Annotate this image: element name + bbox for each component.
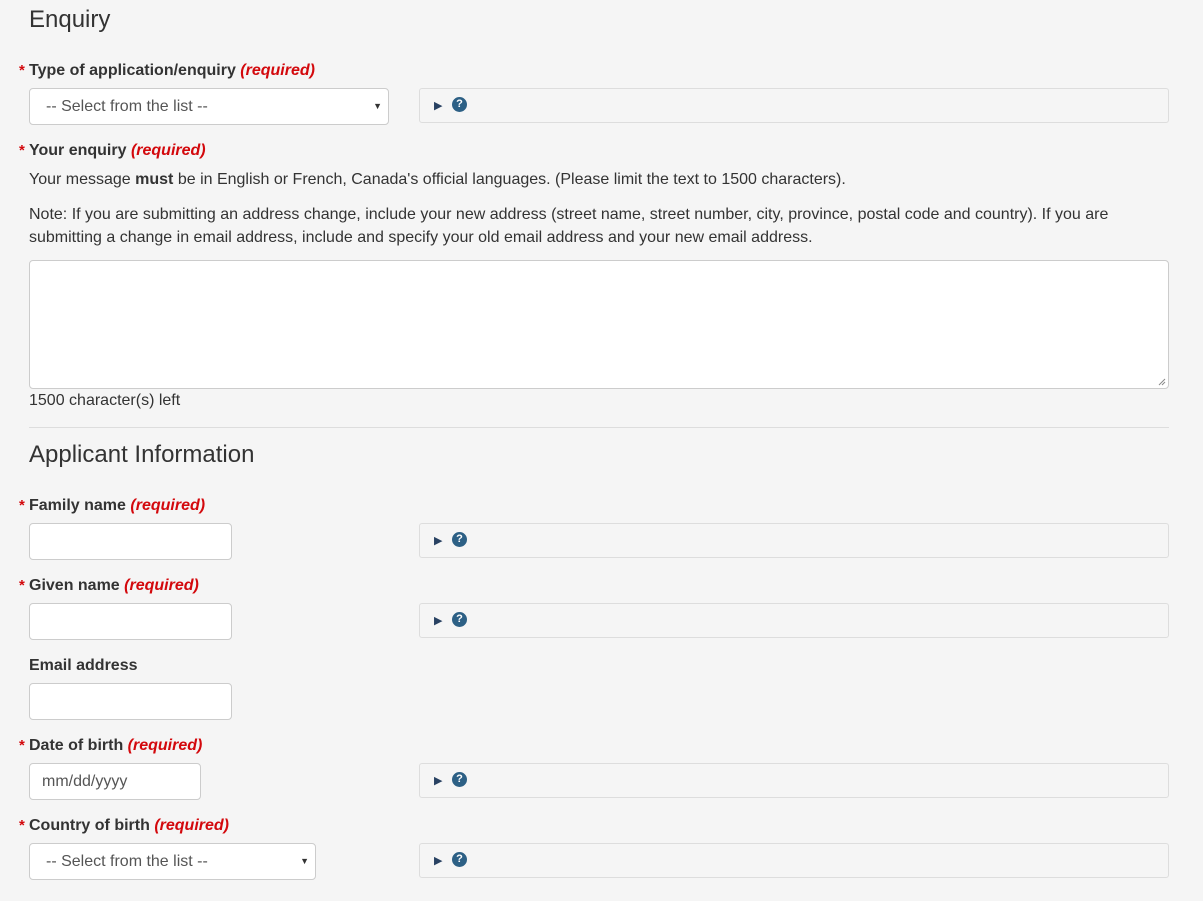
section-title-applicant: Applicant Information bbox=[29, 441, 255, 468]
required-text: (required) bbox=[240, 62, 315, 79]
email-label: Email address bbox=[29, 656, 138, 676]
family-name-input[interactable] bbox=[29, 523, 232, 560]
chevron-down-icon: ▼ bbox=[373, 101, 382, 111]
question-icon: ? bbox=[452, 612, 467, 627]
required-text: (required) bbox=[130, 497, 206, 514]
chevron-down-icon: ▼ bbox=[300, 856, 309, 866]
language-note-emphasis: must bbox=[135, 171, 174, 188]
date-of-birth-help[interactable]: ▶ ? bbox=[419, 763, 1169, 798]
enquiry-textarea[interactable] bbox=[29, 260, 1169, 389]
given-name-label: * Given name (required) bbox=[19, 576, 199, 596]
country-of-birth-help[interactable]: ▶ ? bbox=[419, 843, 1169, 878]
date-of-birth-label-text: Date of birth bbox=[29, 737, 124, 754]
your-enquiry-label-text: Your enquiry bbox=[29, 142, 127, 159]
question-icon: ? bbox=[452, 532, 467, 547]
country-of-birth-select[interactable]: -- Select from the list -- ▼ bbox=[29, 843, 316, 880]
country-of-birth-label: * Country of birth (required) bbox=[19, 816, 229, 836]
given-name-input[interactable] bbox=[29, 603, 232, 640]
required-marker: * bbox=[19, 62, 25, 79]
resize-handle-icon[interactable] bbox=[1158, 378, 1166, 386]
language-note: Your message must be in English or Frenc… bbox=[29, 168, 1179, 191]
required-text: (required) bbox=[124, 577, 199, 594]
expand-arrow-icon: ▶ bbox=[434, 100, 443, 112]
question-icon: ? bbox=[452, 97, 467, 112]
language-note-post: be in English or French, Canada's offici… bbox=[173, 171, 846, 188]
expand-arrow-icon: ▶ bbox=[434, 615, 443, 627]
family-name-label: * Family name (required) bbox=[19, 496, 206, 516]
section-divider bbox=[29, 427, 1169, 428]
date-of-birth-input[interactable]: mm/dd/yyyy bbox=[29, 763, 201, 800]
country-of-birth-select-value: -- Select from the list -- bbox=[46, 853, 208, 870]
type-of-application-select-value: -- Select from the list -- bbox=[46, 98, 208, 115]
required-marker: * bbox=[19, 142, 25, 159]
type-of-application-select[interactable]: -- Select from the list -- ▼ bbox=[29, 88, 389, 125]
date-of-birth-label: * Date of birth (required) bbox=[19, 736, 203, 756]
given-name-label-text: Given name bbox=[29, 577, 120, 594]
country-of-birth-label-text: Country of birth bbox=[29, 817, 150, 834]
required-marker: * bbox=[19, 577, 25, 594]
family-name-label-text: Family name bbox=[29, 497, 126, 514]
language-note-pre: Your message bbox=[29, 171, 136, 188]
type-of-application-label: * Type of application/enquiry (required) bbox=[19, 61, 315, 81]
your-enquiry-label: * Your enquiry (required) bbox=[19, 141, 206, 161]
expand-arrow-icon: ▶ bbox=[434, 775, 443, 787]
email-label-text: Email address bbox=[29, 657, 138, 674]
date-of-birth-placeholder: mm/dd/yyyy bbox=[42, 773, 128, 790]
required-marker: * bbox=[19, 497, 25, 514]
required-text: (required) bbox=[127, 737, 203, 754]
address-change-note: Note: If you are submitting an address c… bbox=[29, 206, 1109, 246]
required-marker: * bbox=[19, 817, 25, 834]
email-field[interactable] bbox=[29, 683, 232, 720]
required-text: (required) bbox=[154, 817, 229, 834]
question-icon: ? bbox=[452, 772, 467, 787]
expand-arrow-icon: ▶ bbox=[434, 855, 443, 867]
type-of-application-label-text: Type of application/enquiry bbox=[29, 62, 236, 79]
character-counter: 1500 character(s) left bbox=[29, 392, 181, 409]
type-of-application-help[interactable]: ▶ ? bbox=[419, 88, 1169, 123]
required-marker: * bbox=[19, 737, 25, 754]
section-title-enquiry: Enquiry bbox=[29, 6, 111, 33]
family-name-help[interactable]: ▶ ? bbox=[419, 523, 1169, 558]
required-text: (required) bbox=[130, 142, 206, 159]
given-name-help[interactable]: ▶ ? bbox=[419, 603, 1169, 638]
expand-arrow-icon: ▶ bbox=[434, 535, 443, 547]
question-icon: ? bbox=[452, 852, 467, 867]
